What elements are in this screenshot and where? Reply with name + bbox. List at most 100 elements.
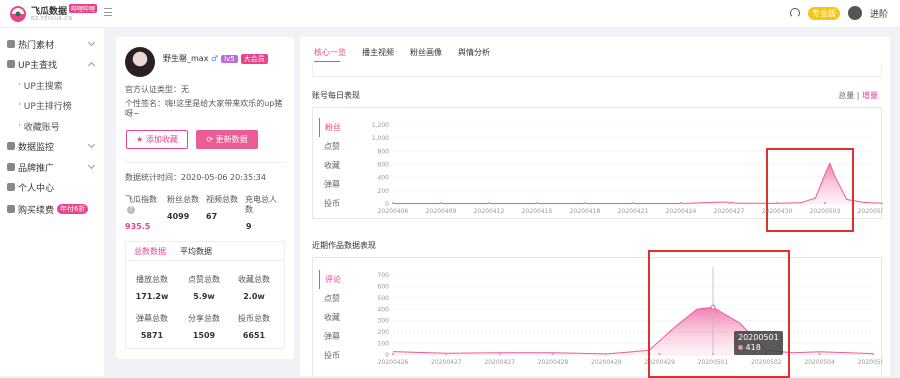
help-icon[interactable]: ? <box>127 206 135 214</box>
brand-domain: BZ.FEIGUA.CN <box>31 16 73 22</box>
pro-badge[interactable]: 专业版 <box>807 6 840 20</box>
y-tick-label: 800 <box>378 148 390 155</box>
total-label: 投币总数 <box>238 314 270 323</box>
sidebar-item-up-find[interactable]: UP主查找 <box>0 54 104 74</box>
works-title: 近期作品数据表现 <box>312 241 376 250</box>
monitor-icon <box>7 142 15 150</box>
works-chart-panel: 评论 点赞 收藏 弹幕 投币 0 100 200 300 400 500 600 700 202… <box>312 257 883 376</box>
refresh-icon: ⟳ <box>206 135 216 144</box>
tab-total[interactable]: 总数数据 <box>134 246 166 261</box>
diamond-icon <box>7 163 15 171</box>
x-tick-label: 20200429 <box>591 359 622 366</box>
user-avatar[interactable] <box>847 6 862 20</box>
chevron-down-icon <box>87 38 96 47</box>
tab-average[interactable]: 平均数据 <box>180 246 212 261</box>
sidebar-item-profile[interactable]: 个人中心 <box>0 177 104 197</box>
data-point <box>631 201 635 205</box>
total-label: 播放总数 <box>136 275 168 284</box>
sidebar-item-purchase[interactable]: 购买续费 年付6折 <box>0 199 104 219</box>
total-increment-toggle: 总量 | 增量 <box>838 91 878 100</box>
y-tick-label: 100 <box>378 341 390 348</box>
total-value: 2.0w <box>243 292 265 301</box>
location-icon <box>7 60 15 68</box>
chevron-down-icon <box>87 161 96 170</box>
x-tick-label: 20200421 <box>618 208 649 215</box>
highlight-box <box>648 250 790 378</box>
data-point <box>551 352 555 356</box>
headset-icon[interactable] <box>789 8 800 18</box>
y-tick-label: 500 <box>378 295 390 302</box>
totals-box: 总数数据 平均数据 播放总数 171.2w 点赞总数 5.9w 收藏总数 2.0w… <box>125 241 285 349</box>
sidebar-item-up-rank[interactable]: · UP主排行榜 <box>0 95 104 115</box>
male-icon: ♂ <box>210 54 219 63</box>
toggle-total[interactable]: 总量 <box>838 91 854 100</box>
tab-sentiment[interactable]: 舆情分析 <box>458 47 490 58</box>
y-tick-label: 600 <box>378 162 390 169</box>
series-line <box>392 306 874 355</box>
tab-fans[interactable]: 粉丝画像 <box>410 47 442 58</box>
total-value: 6651 <box>242 331 266 340</box>
sidebar-item-favorites[interactable]: · 收藏账号 <box>0 116 104 136</box>
feigua-logo-icon[interactable] <box>8 4 28 24</box>
sidebar-item-up-search[interactable]: · UP主搜索 <box>0 75 104 95</box>
add-favorite-button[interactable]: ★ 添加收藏 <box>126 130 188 149</box>
sidebar-item-brand[interactable]: 品牌推广 <box>0 157 104 177</box>
up-avatar <box>125 47 155 77</box>
y-tick-label: 700 <box>378 272 390 279</box>
sidebar-item-monitor[interactable]: 数据监控 <box>0 136 104 156</box>
total-label: 分享总数 <box>188 314 220 323</box>
discount-badge: 年付6折 <box>57 204 89 214</box>
y-tick-label: 1,200 <box>372 122 389 129</box>
user-level[interactable]: 进阶 <box>870 7 888 20</box>
data-point <box>605 352 608 356</box>
x-tick-label: 20200406 <box>378 208 409 215</box>
signature: 个性签名：嗨!这里是给大家带来欢乐的up猪呀~ <box>125 99 283 118</box>
main-panel: 核心一览 播主视频 粉丝画像 舆情分析 账号每日表现 总量 | 增量 粉丝 点赞… <box>300 37 890 378</box>
y-tick-label: 300 <box>378 318 390 325</box>
y-tick-label: 200 <box>378 329 390 336</box>
x-tick-label: 20200424 <box>666 208 697 215</box>
y-tick-label: 0 <box>385 352 389 359</box>
total-label: 收藏总数 <box>238 275 270 284</box>
update-data-button[interactable]: ⟳ 更新数据 <box>196 130 258 149</box>
chevron-up-icon <box>87 61 96 70</box>
data-point <box>727 201 731 205</box>
level-badge: lv5 <box>221 55 238 63</box>
works-area-chart: 0 100 200 300 400 500 600 700 20200426 20200427 20… <box>378 267 883 366</box>
sidebar-item-hot[interactable]: 热门素材 <box>0 34 104 54</box>
series-area <box>393 307 873 355</box>
x-tick-label: 20200412 <box>474 208 505 215</box>
tab-videos[interactable]: 播主视频 <box>362 47 394 58</box>
data-point <box>391 201 395 205</box>
data-point <box>535 201 539 205</box>
highlight-box <box>766 148 854 232</box>
tab-overview[interactable]: 核心一览 <box>314 47 346 58</box>
profile-card: 野生罄_max ♂ lv5 大会员 官方认证类型：无 个性签名：嗨!这里是给大家带来… <box>116 37 294 359</box>
total-value: 5.9w <box>193 292 215 301</box>
total-value: 1509 <box>192 331 216 340</box>
collapsed-panel <box>312 65 882 77</box>
vip-badge: 大会员 <box>240 54 268 64</box>
toggle-increment[interactable]: 增量 <box>862 91 878 100</box>
x-tick-label: 20200409 <box>426 208 457 215</box>
top-header: 飞瓜数据 哔哩哔哩 BZ.FEIGUA.CN 专业版 进阶 <box>0 0 900 28</box>
x-tick-label: 20200427 <box>714 208 745 215</box>
data-point <box>487 201 491 205</box>
data-point <box>871 201 875 205</box>
cert-type: 官方认证类型：无 <box>125 85 189 94</box>
data-point <box>583 201 587 205</box>
y-tick-label: 1,000 <box>372 135 389 142</box>
stat-label: 粉丝总数 <box>167 195 199 204</box>
data-point <box>498 352 501 356</box>
x-tick-label: 20200506 <box>858 208 883 215</box>
menu-toggle-icon[interactable] <box>104 8 112 16</box>
data-point <box>391 352 395 356</box>
user-icon <box>7 183 15 191</box>
data-point <box>818 352 821 356</box>
total-label: 点赞总数 <box>188 275 220 284</box>
fire-icon <box>7 40 15 48</box>
stat-label: 充电总人数 <box>245 195 277 214</box>
stat-label: 视频总数 <box>206 195 238 204</box>
total-value: 171.2w <box>135 292 169 301</box>
stat-label: 飞瓜指数 <box>125 195 157 204</box>
